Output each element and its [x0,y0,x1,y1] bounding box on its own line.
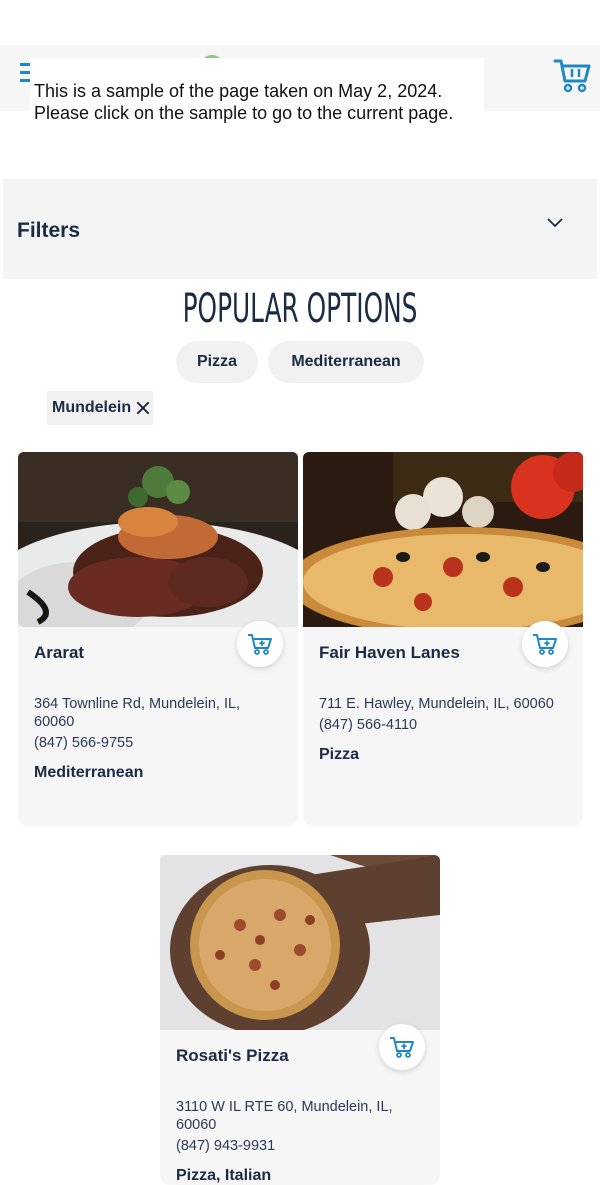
archive-notice[interactable]: This is a sample of the page taken on Ma… [30,58,484,130]
restaurant-card[interactable]: Rosati's Pizza 3110 W IL RTE 60, Mundele… [160,855,440,1185]
restaurant-cuisine: Pizza [319,746,360,763]
restaurant-address: 3110 W IL RTE 60, Mundelein, IL, 60060 [176,1099,393,1133]
restaurant-phone[interactable]: (847) 566-4110 [319,717,417,733]
notice-line-2: Please click on the sample to go to the … [34,103,454,123]
restaurant-card[interactable]: Fair Haven Lanes 711 E. Hawley, Mundelei… [303,452,583,826]
add-to-cart-icon [390,1037,414,1058]
restaurant-image [18,452,298,627]
filters-panel[interactable]: Filters [3,179,597,279]
restaurant-image [160,855,440,1030]
restaurant-address: 711 E. Hawley, Mundelein, IL, 60060 [319,696,554,712]
shopping-cart-icon[interactable] [552,55,592,95]
popular-option-mediterranean[interactable]: Mediterranean [268,341,424,383]
add-to-cart-button[interactable] [379,1024,425,1070]
close-icon[interactable] [137,402,149,414]
restaurant-name[interactable]: Ararat [34,643,84,663]
popular-options-title: POPULAR OPTIONS [182,286,418,332]
popular-option-pizza[interactable]: Pizza [176,341,258,383]
add-to-cart-button[interactable] [237,621,283,667]
restaurant-phone[interactable]: (847) 943-9931 [176,1138,275,1154]
notice-line-1: This is a sample of the page taken on Ma… [34,81,443,101]
restaurant-image [303,452,583,627]
filters-label: Filters [17,219,81,242]
chevron-down-icon[interactable] [546,214,564,232]
active-filter-label: Mundelein [52,399,132,416]
add-to-cart-icon [533,634,557,655]
restaurant-name[interactable]: Fair Haven Lanes [319,643,460,663]
add-to-cart-button[interactable] [522,621,568,667]
restaurant-cuisine: Mediterranean [34,764,144,781]
add-to-cart-icon [248,634,272,655]
restaurant-address: 364 Townline Rd, Mundelein, IL, 60060 [34,696,241,730]
active-filter-tag[interactable]: Mundelein [47,391,153,425]
restaurant-name[interactable]: Rosati's Pizza [176,1046,289,1066]
restaurant-card[interactable]: Ararat 364 Townline Rd, Mundelein, IL, 6… [18,452,298,826]
restaurant-phone[interactable]: (847) 566-9755 [34,735,133,751]
